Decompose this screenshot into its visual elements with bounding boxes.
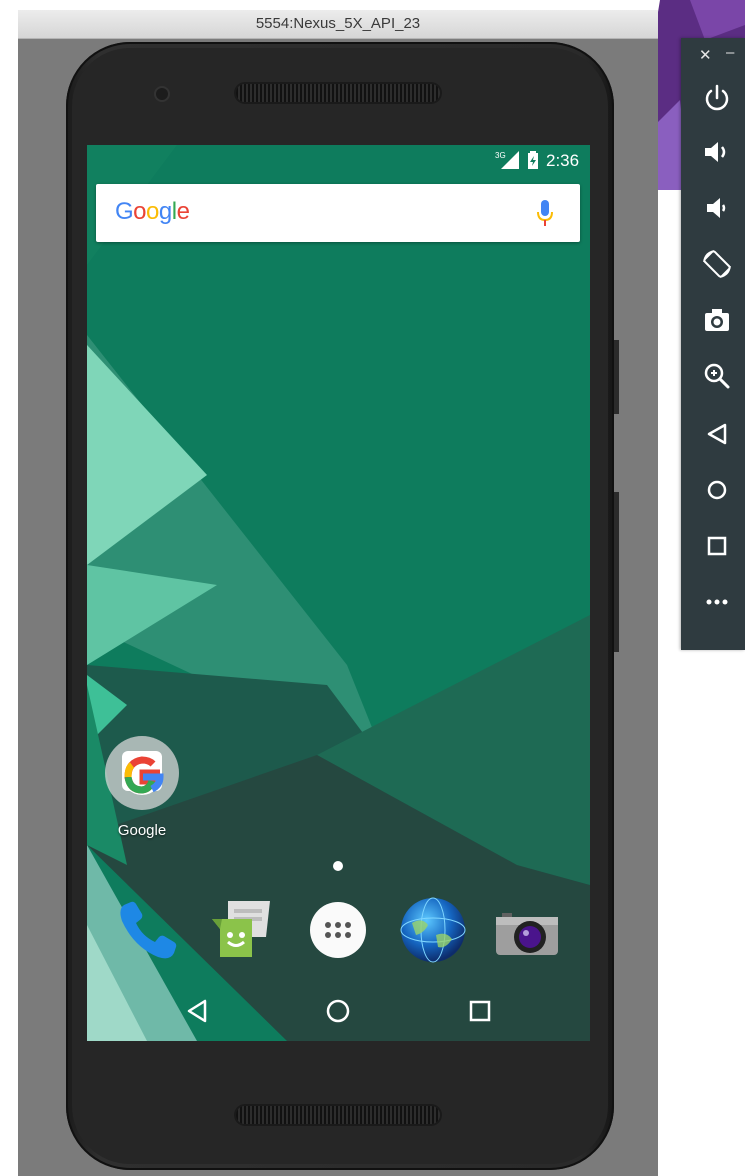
google-logo: Google: [115, 198, 190, 225]
front-camera: [156, 88, 168, 100]
power-icon[interactable]: [701, 82, 733, 114]
google-app-label: Google: [117, 822, 167, 839]
recents-nav-icon[interactable]: [462, 993, 498, 1029]
side-volume-button: [614, 340, 619, 414]
device-screen[interactable]: 3G 2:36 Google Google: [87, 145, 590, 1041]
status-bar: 3G 2:36: [87, 145, 590, 175]
top-speaker-grille: [236, 84, 440, 102]
cellular-signal-icon: 3G: [495, 151, 519, 169]
zoom-icon[interactable]: [701, 360, 733, 392]
app-drawer-icon[interactable]: [303, 895, 373, 965]
svg-text:3G: 3G: [495, 151, 506, 160]
volume-up-icon[interactable]: [701, 136, 733, 168]
emulator-toolbar: ✕ –: [681, 38, 745, 650]
battery-icon: [528, 151, 538, 169]
google-app-icon[interactable]: [104, 735, 180, 811]
back-nav-icon[interactable]: [179, 993, 215, 1029]
page-indicator: [333, 861, 343, 871]
phone-icon[interactable]: [112, 895, 182, 965]
microphone-icon[interactable]: [536, 200, 554, 228]
bottom-speaker-grille: [236, 1106, 440, 1124]
side-power-button: [614, 492, 619, 652]
clock: 2:36: [546, 151, 580, 170]
minimize-icon[interactable]: –: [726, 44, 734, 61]
volume-down-icon[interactable]: [701, 192, 733, 224]
home-icon[interactable]: [701, 474, 733, 506]
browser-globe-icon[interactable]: [398, 895, 468, 965]
home-nav-icon[interactable]: [320, 993, 356, 1029]
back-icon[interactable]: [701, 418, 733, 450]
google-search-bar[interactable]: Google: [96, 184, 580, 242]
messenger-icon[interactable]: [204, 895, 274, 965]
camera-icon[interactable]: [492, 895, 562, 965]
more-icon[interactable]: [701, 586, 733, 618]
rotate-icon[interactable]: [701, 248, 733, 280]
navigation-bar: [87, 981, 590, 1041]
window-title[interactable]: 5554:Nexus_5X_API_23: [18, 10, 658, 39]
overview-icon[interactable]: [701, 530, 733, 562]
close-icon[interactable]: ✕: [699, 46, 712, 64]
screenshot-camera-icon[interactable]: [701, 304, 733, 336]
